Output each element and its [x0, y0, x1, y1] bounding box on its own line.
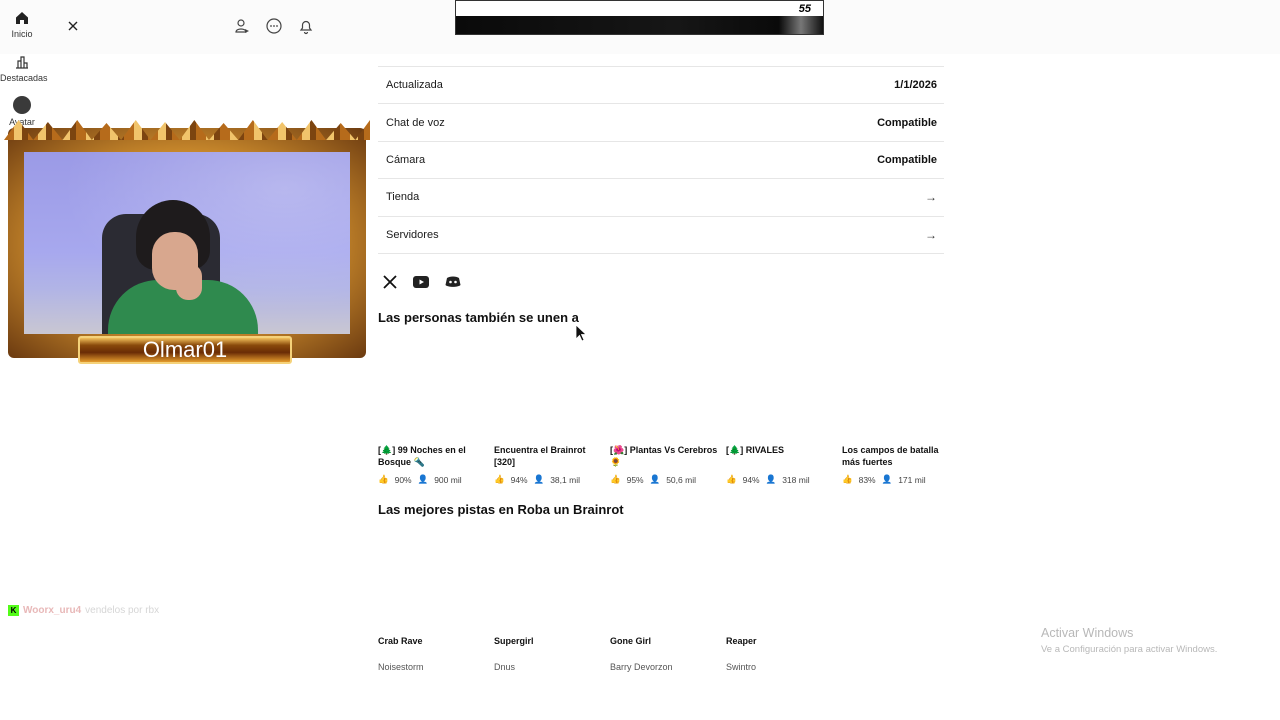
game-rating: 94% — [742, 474, 760, 485]
friend-request-icon[interactable] — [233, 17, 251, 35]
webcam-feed — [24, 152, 350, 334]
thumbs-up-icon: 👍 — [610, 474, 621, 484]
people-also-join-title: Las personas también se unen a — [378, 310, 579, 325]
streamer-name: Olmar01 — [142, 337, 228, 362]
game-name: [🌺] Plantas Vs Cerebros 🌻 — [610, 445, 718, 467]
kick-icon: K — [8, 605, 19, 616]
discord-icon[interactable] — [444, 275, 462, 289]
game-card[interactable]: Encuentra el Brainrot [320] 👍 94% 👤 38,1 m… — [494, 445, 604, 485]
info-value: 1/1/2026 — [894, 79, 937, 92]
info-label: Chat de voz — [386, 116, 445, 129]
track-item[interactable]: Gone Girl Barry Devorzon — [610, 636, 720, 672]
banner-strip — [456, 16, 823, 34]
game-card[interactable]: Los campos de batalla más fuertes 👍 83% 👤… — [842, 445, 952, 485]
youtube-icon[interactable] — [412, 275, 430, 289]
info-row-servers[interactable]: Servidores → — [378, 217, 944, 254]
thumbs-up-icon: 👍 — [494, 474, 505, 484]
arrow-right-icon: → — [925, 190, 937, 205]
game-rating: 90% — [394, 474, 412, 485]
track-artist: Swintro — [726, 662, 757, 672]
activation-subtitle: Ve a Configuración para activar Windows. — [1041, 644, 1218, 655]
track-name: Reaper — [726, 636, 757, 646]
game-rating: 83% — [858, 474, 876, 485]
streamer-hand — [176, 264, 202, 300]
game-name: Los campos de batalla más fuertes — [842, 445, 939, 467]
game-players: 900 mil — [434, 474, 462, 485]
game-stats: 👍 94% 👤 318 mil — [726, 474, 836, 485]
info-row-store[interactable]: Tienda → — [378, 179, 944, 217]
players-icon: 👤 — [417, 474, 429, 484]
thumbs-up-icon: 👍 — [726, 474, 737, 484]
players-icon: 👤 — [533, 474, 545, 484]
track-name: Crab Rave — [378, 636, 423, 646]
game-name: Encuentra el Brainrot [320] — [494, 445, 586, 467]
banner-number: 55 — [798, 3, 811, 15]
info-label: Tienda — [386, 191, 420, 204]
info-value: Compatible — [877, 153, 937, 166]
windows-activation-watermark: Activar Windows Ve a Configuración para … — [1041, 626, 1217, 655]
game-stats: 👍 95% 👤 50,6 mil — [610, 474, 720, 485]
game-players: 38,1 mil — [550, 474, 580, 485]
game-stats: 👍 90% 👤 900 mil — [378, 474, 488, 485]
game-card[interactable]: [🌺] Plantas Vs Cerebros 🌻 👍 95% 👤 50,6 mil — [610, 445, 720, 485]
thumbs-up-icon: 👍 — [378, 474, 389, 484]
track-item[interactable]: Crab Rave Noisestorm — [378, 636, 488, 672]
activation-title: Activar Windows — [1041, 626, 1134, 640]
track-name: Gone Girl — [610, 636, 652, 646]
info-value: Compatible — [877, 116, 937, 129]
players-icon: 👤 — [881, 474, 893, 484]
chat-message: vendelos por rbx — [85, 605, 160, 616]
game-players: 171 mil — [898, 474, 926, 485]
mouse-cursor-icon — [575, 324, 587, 342]
track-artist: Barry Devorzon — [610, 662, 673, 672]
webcam-overlay: Olmar01 — [8, 120, 366, 364]
close-icon[interactable] — [64, 17, 82, 35]
game-rating: 95% — [626, 474, 644, 485]
game-name: [🌲] RIVALES — [726, 445, 785, 455]
streamer-nameplate: Olmar01 — [78, 336, 292, 364]
game-rating: 94% — [510, 474, 528, 485]
info-row-camera: Cámara Compatible — [378, 142, 944, 180]
game-name: [🌲] 99 Noches en el Bosque 🔦 — [378, 445, 466, 467]
top-tracks-title: Las mejores pistas en Roba un Brainrot — [378, 502, 624, 517]
overlay-banner: 55 — [455, 0, 824, 35]
game-stats: 👍 94% 👤 38,1 mil — [494, 474, 604, 485]
track-name: Supergirl — [494, 636, 534, 646]
nav-home-label: Inicio — [11, 29, 33, 39]
game-card[interactable]: [🌲] RIVALES 👍 94% 👤 318 mil — [726, 445, 836, 485]
thumbs-up-icon: 👍 — [842, 474, 853, 484]
chat-username: Woorx_uru4 — [23, 605, 82, 616]
track-artist: Dnus — [494, 662, 516, 672]
track-artist: Noisestorm — [378, 662, 424, 672]
game-info-table: Actualizada 1/1/2026 Chat de voz Compati… — [378, 66, 944, 254]
avatar-icon — [13, 96, 31, 114]
nav-featured[interactable]: Destacadas — [0, 54, 48, 83]
info-row-updated: Actualizada 1/1/2026 — [378, 67, 944, 105]
chat-icon[interactable] — [265, 17, 283, 35]
arrow-right-icon: → — [925, 227, 937, 242]
track-item[interactable]: Supergirl Dnus — [494, 636, 604, 672]
track-item[interactable]: Reaper Swintro — [726, 636, 836, 672]
players-icon: 👤 — [765, 474, 777, 484]
home-icon — [16, 12, 28, 24]
game-players: 318 mil — [782, 474, 810, 485]
game-stats: 👍 83% 👤 171 mil — [842, 474, 952, 485]
bell-icon[interactable] — [297, 17, 315, 35]
social-links — [382, 273, 462, 291]
game-card[interactable]: [🌲] 99 Noches en el Bosque 🔦 👍 90% 👤 900 m… — [378, 445, 488, 485]
info-row-voice-chat: Chat de voz Compatible — [378, 104, 944, 142]
chart-icon — [16, 56, 28, 69]
info-label: Servidores — [386, 228, 439, 241]
info-label: Cámara — [386, 153, 426, 166]
players-icon: 👤 — [649, 474, 661, 484]
nav-featured-label: Destacadas — [0, 73, 48, 83]
nav-home[interactable]: Inicio — [0, 10, 44, 39]
chat-overlay: K Woorx_uru4 vendelos por rbx — [8, 605, 159, 616]
game-players: 50,6 mil — [666, 474, 696, 485]
x-icon[interactable] — [382, 274, 398, 290]
info-label: Actualizada — [386, 79, 443, 92]
